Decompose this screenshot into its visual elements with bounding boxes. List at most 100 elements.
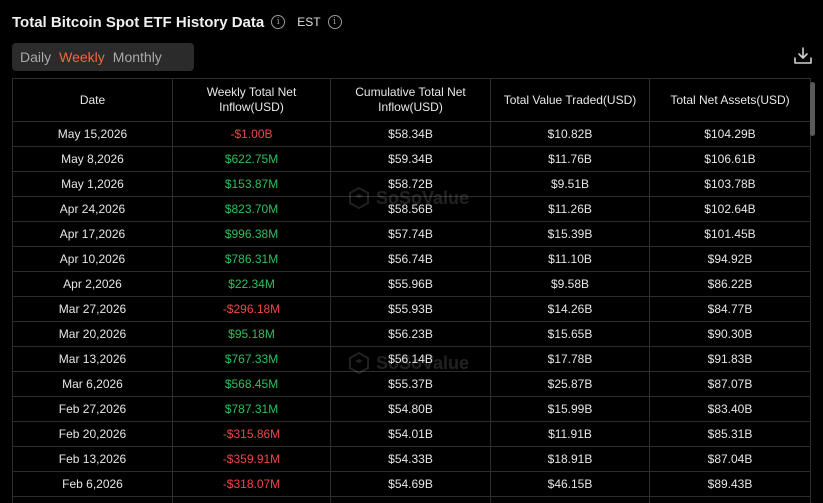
scrollbar-thumb[interactable]: [810, 82, 815, 136]
cell-weekly-inflow: $786.31M: [172, 246, 331, 272]
column-header-date[interactable]: Date: [12, 78, 173, 122]
cell-net-assets: $91.83B: [649, 346, 811, 372]
cell-weekly-inflow: [172, 496, 331, 503]
cell-cumulative-inflow: $57.74B: [330, 221, 491, 247]
cell-cumulative-inflow: $55.93B: [330, 296, 491, 322]
cell-cumulative-inflow: $59.34B: [330, 146, 491, 172]
cell-value-traded: $17.78B: [490, 346, 650, 372]
cell-net-assets: $103.78B: [649, 171, 811, 197]
cell-weekly-inflow: -$1.00B: [172, 121, 331, 147]
cell-value-traded: $18.91B: [490, 446, 650, 472]
cell-date: May 8,2026: [12, 146, 173, 172]
table-row[interactable]: Apr 2,2026 $22.34M $55.96B $9.58B $86.22B: [12, 271, 811, 297]
cell-date: Feb 27,2026: [12, 396, 173, 422]
cell-cumulative-inflow: $54.01B: [330, 421, 491, 447]
cell-date: Apr 2,2026: [12, 271, 173, 297]
cell-net-assets: [649, 496, 811, 503]
table-row[interactable]: Mar 27,2026 -$296.18M $55.93B $14.26B $84.77…: [12, 296, 811, 322]
cell-net-assets: $89.43B: [649, 471, 811, 497]
table-scrollbar[interactable]: [810, 78, 815, 503]
table-row[interactable]: Apr 24,2026 $823.70M $58.56B $11.26B $102.64…: [12, 196, 811, 222]
cell-weekly-inflow: $95.18M: [172, 321, 331, 347]
cell-weekly-inflow: -$359.91M: [172, 446, 331, 472]
cell-cumulative-inflow: $54.80B: [330, 396, 491, 422]
cell-value-traded: $25.87B: [490, 371, 650, 397]
cell-weekly-inflow: $153.87M: [172, 171, 331, 197]
cell-date: Apr 24,2026: [12, 196, 173, 222]
cell-net-assets: $106.61B: [649, 146, 811, 172]
timezone-label: EST: [297, 15, 321, 29]
cell-cumulative-inflow: $55.96B: [330, 271, 491, 297]
cell-date: Mar 13,2026: [12, 346, 173, 372]
cell-value-traded: $11.26B: [490, 196, 650, 222]
cell-weekly-inflow: $823.70M: [172, 196, 331, 222]
cell-net-assets: $83.40B: [649, 396, 811, 422]
cell-net-assets: $87.04B: [649, 446, 811, 472]
cell-cumulative-inflow: $58.72B: [330, 171, 491, 197]
table-row[interactable]: Feb 6,2026 -$318.07M $54.69B $46.15B $89.43B: [12, 471, 811, 497]
table-row[interactable]: Mar 6,2026 $568.45M $55.37B $25.87B $87.07B: [12, 371, 811, 397]
cell-net-assets: $87.07B: [649, 371, 811, 397]
cell-date: Mar 20,2026: [12, 321, 173, 347]
table-row[interactable]: Apr 17,2026 $996.38M $57.74B $15.39B $101.45…: [12, 221, 811, 247]
page-header: Total Bitcoin Spot ETF History Data i ES…: [12, 10, 342, 34]
table-row[interactable]: May 15,2026 -$1.00B $58.34B $10.82B $104.29B: [12, 121, 811, 147]
download-icon[interactable]: [793, 46, 813, 66]
column-header-weekly-inflow[interactable]: Weekly Total Net Inflow(USD): [172, 78, 331, 122]
cell-date: Mar 27,2026: [12, 296, 173, 322]
table-row[interactable]: Mar 20,2026 $95.18M $56.23B $15.65B $90.30B: [12, 321, 811, 347]
cell-value-traded: $10.82B: [490, 121, 650, 147]
cell-value-traded: $15.99B: [490, 396, 650, 422]
cell-cumulative-inflow: $56.14B: [330, 346, 491, 372]
cell-weekly-inflow: $568.45M: [172, 371, 331, 397]
cell-date: May 15,2026: [12, 121, 173, 147]
cell-value-traded: $46.15B: [490, 471, 650, 497]
period-toggle: Daily Weekly Monthly: [12, 43, 194, 71]
timezone-info-icon[interactable]: i: [327, 15, 342, 29]
table-row[interactable]: Feb 20,2026 -$315.86M $54.01B $11.91B $85.31…: [12, 421, 811, 447]
cell-net-assets: $94.92B: [649, 246, 811, 272]
cell-net-assets: $86.22B: [649, 271, 811, 297]
table-body: May 15,2026 -$1.00B $58.34B $10.82B $104.29B…: [12, 121, 811, 503]
cell-net-assets: $85.31B: [649, 421, 811, 447]
cell-weekly-inflow: $787.31M: [172, 396, 331, 422]
cell-value-traded: $11.10B: [490, 246, 650, 272]
cell-value-traded: [490, 496, 650, 503]
column-header-net-assets[interactable]: Total Net Assets(USD): [649, 78, 811, 122]
cell-value-traded: $9.51B: [490, 171, 650, 197]
table-row[interactable]: Feb 13,2026 -$359.91M $54.33B $18.91B $87.04…: [12, 446, 811, 472]
column-header-value-traded[interactable]: Total Value Traded(USD): [490, 78, 650, 122]
cell-cumulative-inflow: $58.56B: [330, 196, 491, 222]
cell-cumulative-inflow: $58.34B: [330, 121, 491, 147]
table-row[interactable]: Mar 13,2026 $767.33M $56.14B $17.78B $91.83B: [12, 346, 811, 372]
info-icon[interactable]: i: [271, 15, 286, 29]
cell-value-traded: $14.26B: [490, 296, 650, 322]
cell-date: Mar 6,2026: [12, 371, 173, 397]
cell-net-assets: $101.45B: [649, 221, 811, 247]
cell-weekly-inflow: $767.33M: [172, 346, 331, 372]
cell-date: Feb 6,2026: [12, 471, 173, 497]
toggle-weekly[interactable]: Weekly: [55, 43, 109, 71]
cell-weekly-inflow: $996.38M: [172, 221, 331, 247]
cell-date: Feb 20,2026: [12, 421, 173, 447]
cell-weekly-inflow: -$315.86M: [172, 421, 331, 447]
cell-weekly-inflow: $622.75M: [172, 146, 331, 172]
cell-net-assets: $84.77B: [649, 296, 811, 322]
table-header-row: Date Weekly Total Net Inflow(USD) Cumula…: [12, 78, 811, 122]
cell-weekly-inflow: -$296.18M: [172, 296, 331, 322]
column-header-cumulative-inflow[interactable]: Cumulative Total Net Inflow(USD): [330, 78, 491, 122]
cell-cumulative-inflow: $54.33B: [330, 446, 491, 472]
table-row[interactable]: Feb 27,2026 $787.31M $54.80B $15.99B $83.40B: [12, 396, 811, 422]
cell-cumulative-inflow: $55.37B: [330, 371, 491, 397]
table-row[interactable]: May 1,2026 $153.87M $58.72B $9.51B $103.78B: [12, 171, 811, 197]
table-row[interactable]: [12, 496, 811, 503]
history-table-container[interactable]: Date Weekly Total Net Inflow(USD) Cumula…: [12, 78, 811, 503]
toggle-monthly[interactable]: Monthly: [109, 43, 166, 71]
toggle-daily[interactable]: Daily: [16, 43, 55, 71]
cell-net-assets: $104.29B: [649, 121, 811, 147]
cell-net-assets: $102.64B: [649, 196, 811, 222]
cell-date: Apr 17,2026: [12, 221, 173, 247]
table-row[interactable]: May 8,2026 $622.75M $59.34B $11.76B $106.61B: [12, 146, 811, 172]
cell-cumulative-inflow: $56.74B: [330, 246, 491, 272]
table-row[interactable]: Apr 10,2026 $786.31M $56.74B $11.10B $94.92B: [12, 246, 811, 272]
